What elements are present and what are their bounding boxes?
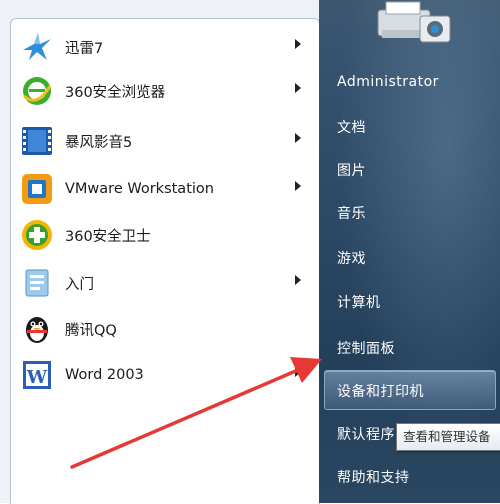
submenu-arrow-icon [295, 83, 301, 93]
program-item-vmware[interactable]: VMware Workstation [17, 169, 313, 209]
program-label: 入门 [65, 276, 94, 293]
program-label: 迅雷7 [65, 40, 104, 57]
film-strip-icon [19, 123, 55, 159]
program-label: VMware Workstation [65, 181, 214, 197]
tooltip: 查看和管理设备 [396, 423, 500, 451]
security-guard-360-icon [19, 217, 55, 253]
submenu-arrow-icon [295, 39, 301, 49]
devices-and-printers-link[interactable]: 设备和打印机 [337, 381, 424, 401]
devices-printer-icon [372, 0, 454, 48]
program-item-360-browser[interactable]: 360安全浏览器 [17, 71, 313, 111]
help-and-support-link[interactable]: 帮助和支持 [337, 467, 410, 487]
program-label: 360安全卫士 [65, 228, 151, 245]
user-name-link[interactable]: Administrator [337, 74, 439, 90]
program-item-getting-started[interactable]: 入门 [17, 263, 313, 303]
submenu-arrow-icon [295, 133, 301, 143]
program-label: 腾讯QQ [65, 322, 117, 339]
default-programs-link[interactable]: 默认程序 [337, 424, 395, 444]
program-item-qq[interactable]: 腾讯QQ [17, 309, 313, 349]
start-menu-programs-panel: 迅雷7 360安全浏览器 暴风影音5 VMware Workstation 36… [10, 18, 320, 504]
program-item-word[interactable]: W Word 2003 [17, 355, 313, 395]
program-label: 暴风影音5 [65, 134, 133, 151]
word-icon: W [19, 357, 55, 393]
program-label: 360安全浏览器 [65, 84, 166, 101]
pictures-link[interactable]: 图片 [337, 160, 366, 180]
computer-link[interactable]: 计算机 [337, 292, 381, 312]
documents-link[interactable]: 文档 [337, 117, 366, 137]
browser-360-icon [19, 73, 55, 109]
program-item-xunlei[interactable]: 迅雷7 [17, 27, 313, 67]
program-label: Word 2003 [65, 367, 144, 383]
music-link[interactable]: 音乐 [337, 203, 366, 223]
qq-penguin-icon [19, 311, 55, 347]
submenu-arrow-icon [295, 367, 301, 377]
program-item-baofeng[interactable]: 暴风影音5 [17, 121, 313, 161]
getting-started-icon [19, 265, 55, 301]
games-link[interactable]: 游戏 [337, 248, 366, 268]
program-item-360-guard[interactable]: 360安全卫士 [17, 215, 313, 255]
thunder-bird-icon [19, 29, 55, 65]
svg-text:W: W [26, 367, 48, 388]
vmware-icon [19, 171, 55, 207]
submenu-arrow-icon [295, 181, 301, 191]
control-panel-link[interactable]: 控制面板 [337, 338, 395, 358]
submenu-arrow-icon [295, 275, 301, 285]
